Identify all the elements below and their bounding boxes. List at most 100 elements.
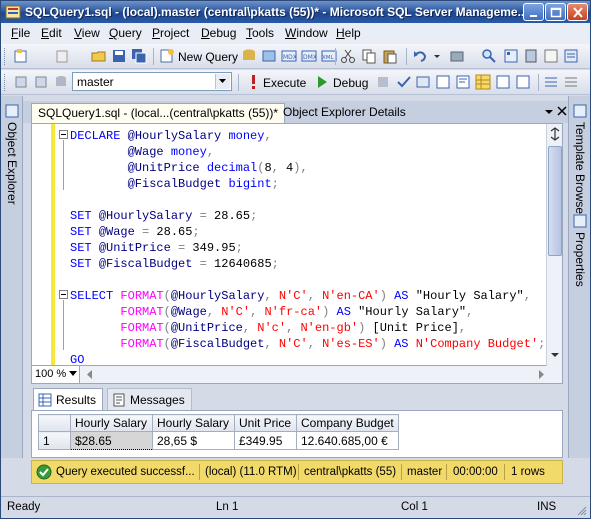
object-explorer-panel-icon[interactable] <box>5 104 19 118</box>
change-connection-icon[interactable] <box>33 74 49 90</box>
debug-play-icon[interactable] <box>314 74 330 90</box>
execute-button[interactable]: Execute <box>263 76 306 90</box>
scrollbar-thumb[interactable] <box>548 146 562 256</box>
intellisense-icon[interactable] <box>455 74 471 90</box>
menu-debug[interactable]: Debug <box>201 26 236 40</box>
query-designer-icon[interactable] <box>435 74 451 90</box>
estimated-plan-icon[interactable] <box>415 74 431 90</box>
new-query-icon[interactable] <box>159 48 175 64</box>
database-engine-query-icon[interactable] <box>241 48 257 64</box>
results-to-grid-icon[interactable] <box>475 74 491 90</box>
grid-corner[interactable] <box>38 414 71 432</box>
results-to-file-icon[interactable] <box>515 74 531 90</box>
cut-icon[interactable] <box>340 48 356 64</box>
parse-checkmark-icon[interactable] <box>396 74 412 90</box>
tab-list-dropdown-icon[interactable] <box>544 107 554 117</box>
minimize-icon <box>530 15 537 17</box>
status-insert-mode: INS <box>537 501 557 513</box>
close-button[interactable] <box>567 3 588 21</box>
menu-help[interactable]: Help <box>336 26 361 40</box>
grid-cell[interactable]: £349.95 <box>234 431 297 450</box>
column-header[interactable]: Hourly Salary <box>70 414 153 432</box>
menu-query[interactable]: Query <box>109 26 142 40</box>
object-explorer-icon[interactable] <box>503 48 519 64</box>
database-select[interactable]: master <box>72 72 232 91</box>
dmx-query-icon[interactable]: DMX <box>301 48 317 64</box>
menu-view[interactable]: View <box>74 26 100 40</box>
title-bar[interactable]: SQLQuery1.sql - (local).master (central\… <box>1 1 590 23</box>
menu-edit[interactable]: Edit <box>41 26 62 40</box>
scroll-right-icon[interactable] <box>538 370 546 379</box>
toolbar-grip[interactable] <box>4 74 7 91</box>
tab-sqlquery1[interactable]: SQLQuery1.sql - (local...(central\pkatts… <box>31 103 286 123</box>
maximize-button[interactable] <box>545 3 566 21</box>
undo-dropdown-icon[interactable] <box>429 48 445 64</box>
document-tab-strip: SQLQuery1.sql - (local...(central\pkatts… <box>23 101 568 123</box>
column-header[interactable]: Unit Price <box>234 414 297 432</box>
standard-toolbar: New Query MDX DMX XML <box>1 44 590 69</box>
properties-panel-tab[interactable]: Properties <box>573 232 587 287</box>
open-file-icon[interactable] <box>91 48 107 64</box>
menu-file[interactable]: File <box>11 26 30 40</box>
copy-icon[interactable] <box>361 48 377 64</box>
tab-results[interactable]: Results <box>33 388 104 410</box>
template-browser-panel-icon[interactable] <box>573 104 587 118</box>
zoom-select[interactable]: 100 % <box>32 366 80 383</box>
new-project-icon[interactable] <box>13 48 29 64</box>
debug-button[interactable]: Debug <box>333 76 368 90</box>
save-icon[interactable] <box>111 48 127 64</box>
available-databases-icon[interactable] <box>53 74 69 90</box>
properties-panel-icon[interactable] <box>573 214 587 228</box>
column-header[interactable]: Company Budget <box>296 414 399 432</box>
success-check-icon <box>36 464 52 480</box>
database-select-dropdown[interactable] <box>215 74 230 89</box>
code-line-8: SET @UnitPrice = 349.95; <box>70 241 243 255</box>
menu-project[interactable]: Project <box>152 26 189 40</box>
scroll-down-icon[interactable] <box>550 350 560 360</box>
cancel-query-icon[interactable] <box>375 74 391 90</box>
fold-toggle[interactable] <box>59 130 68 139</box>
mdx-query-icon[interactable]: MDX <box>281 48 297 64</box>
menu-window[interactable]: Window <box>285 26 328 40</box>
find-icon[interactable] <box>481 48 497 64</box>
code-line-4: @FiscalBudget bigint; <box>127 177 279 191</box>
tab-close-icon[interactable] <box>557 106 567 116</box>
code-line-11: SELECT FORMAT(@HourlySalary, N'C', N'en-… <box>70 289 531 303</box>
results-tab-strip: Results Messages <box>31 386 563 410</box>
properties-window-icon[interactable] <box>563 48 579 64</box>
comment-lines-icon[interactable] <box>543 74 559 90</box>
toolbar-grip[interactable] <box>4 48 7 65</box>
grid-cell[interactable]: 28,65 $ <box>152 431 235 450</box>
query-editor[interactable]: DECLARE @HourlySalary money, @Wage money… <box>31 123 563 366</box>
tab-results-label: Results <box>56 393 97 407</box>
registered-servers-icon[interactable] <box>523 48 539 64</box>
execute-icon[interactable] <box>245 74 261 90</box>
split-editor-icon[interactable] <box>549 127 561 141</box>
grid-cell[interactable]: $28.65 <box>70 431 153 450</box>
tab-messages[interactable]: Messages <box>107 388 192 410</box>
analysis-query-icon[interactable] <box>261 48 277 64</box>
results-to-text-icon[interactable] <box>495 74 511 90</box>
tab-object-explorer-details[interactable]: Object Explorer Details <box>277 103 412 123</box>
scroll-left-icon[interactable] <box>86 370 94 379</box>
uncomment-lines-icon[interactable] <box>563 74 579 90</box>
resize-grip-icon[interactable] <box>576 505 587 516</box>
template-browser-panel-tab[interactable]: Template Browser <box>573 122 587 218</box>
object-explorer-panel-tab[interactable]: Object Explorer <box>5 122 19 205</box>
row-number[interactable]: 1 <box>38 431 71 450</box>
save-all-icon[interactable] <box>131 48 147 64</box>
minimize-button[interactable] <box>523 3 544 21</box>
column-header[interactable]: Hourly Salary <box>152 414 235 432</box>
connect-icon[interactable] <box>13 74 29 90</box>
new-query-button[interactable]: New Query <box>178 50 238 64</box>
sql-editor-toolbar: master Execute Debug <box>1 70 590 95</box>
grid-cell[interactable]: 12.640.685,00 € <box>296 431 399 450</box>
menu-tools[interactable]: Tools <box>246 26 274 40</box>
editor-vertical-scrollbar[interactable] <box>546 124 562 366</box>
paste-icon[interactable] <box>382 48 398 64</box>
add-item-icon[interactable] <box>54 48 70 64</box>
undo-icon[interactable] <box>412 48 428 64</box>
navigate-backward-icon[interactable] <box>449 48 465 64</box>
fold-toggle[interactable] <box>59 290 68 299</box>
template-explorer-icon[interactable] <box>543 48 559 64</box>
